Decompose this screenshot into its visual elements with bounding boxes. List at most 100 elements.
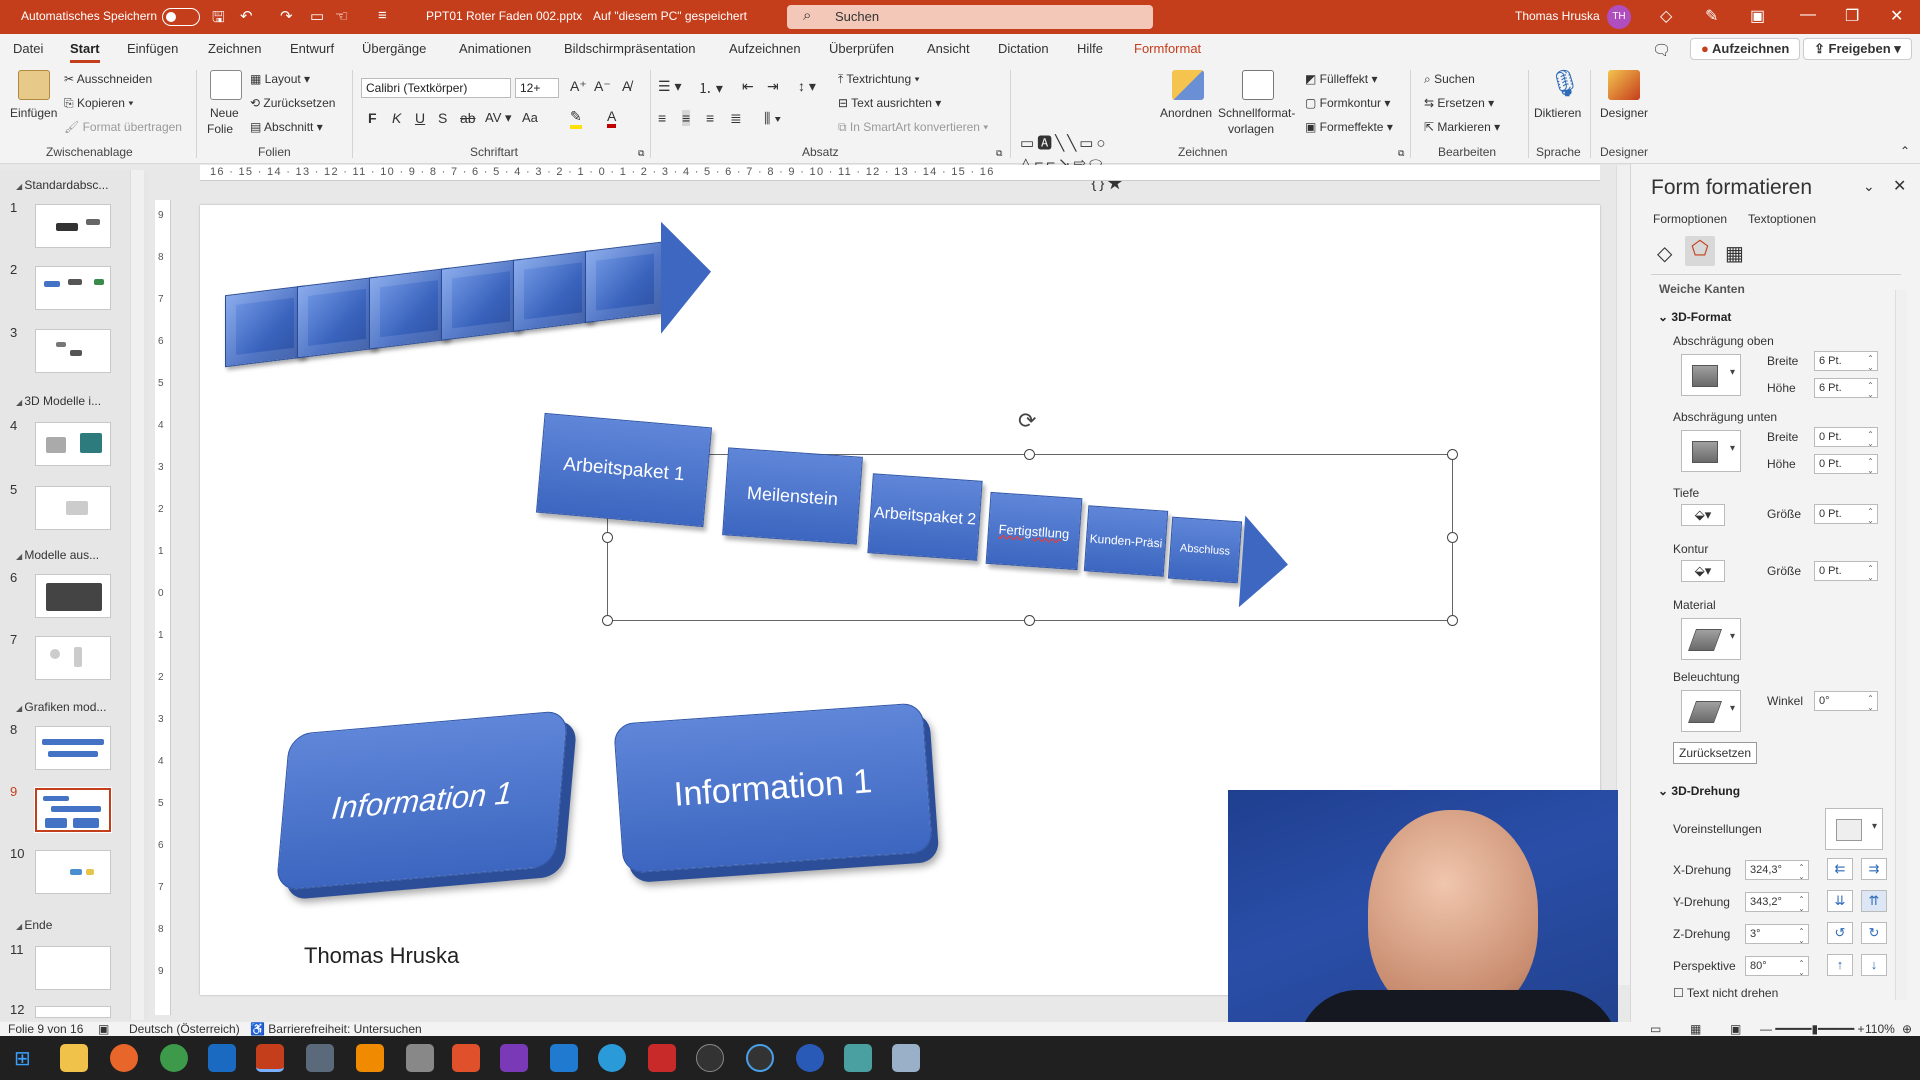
resize-handle[interactable] [1024,615,1035,626]
grow-font-icon[interactable]: A⁺ [570,78,587,95]
designer-button[interactable]: Designer [1600,106,1648,120]
slide-sorter-icon[interactable]: ▦ [1690,1022,1701,1036]
quick-styles-icon[interactable] [1242,70,1274,100]
app-icon[interactable] [844,1044,872,1072]
slide-thumbnail-10[interactable] [35,850,111,894]
fill-line-icon[interactable]: ◇ [1657,241,1672,266]
record-button[interactable]: ● Aufzeichnen [1690,38,1801,60]
align-text-button[interactable]: ⊟ Text ausrichten ▾ [838,96,941,110]
columns-icon[interactable]: ⫼ ▾ [764,110,781,127]
block-abschluss[interactable]: Abschluss [1167,516,1243,584]
tab-uebergaenge[interactable]: Übergänge [362,41,426,56]
new-slide-button[interactable]: Neue [210,106,239,120]
font-color-icon[interactable]: A [607,108,617,128]
app-icon[interactable] [452,1044,480,1072]
pen-icon[interactable]: ✎ [1705,6,1718,26]
block-fertigstellung[interactable]: Fertigstllung [985,491,1083,571]
spellcheck-icon[interactable]: ▣ [98,1022,109,1036]
fit-slide-icon[interactable]: ⊕ [1902,1022,1912,1036]
info-box-2[interactable]: Information 1 [613,702,933,874]
app-icon[interactable] [892,1044,920,1072]
tab-zeichnen[interactable]: Zeichnen [208,41,261,56]
paragraph-dialog-launcher-icon[interactable]: ⧉ [996,148,1002,159]
rotation-presets-dropdown[interactable] [1825,808,1883,850]
drawing-dialog-launcher-icon[interactable]: ⧉ [1398,148,1404,159]
block-kunden-praesi[interactable]: Kunden-Präsi [1083,505,1169,577]
arrange-button[interactable]: Anordnen [1160,106,1212,120]
layout-button[interactable]: ▦ Layout ▾ [250,72,310,86]
app-icon[interactable] [406,1044,434,1072]
language-indicator[interactable]: Deutsch (Österreich) [129,1022,240,1036]
y-rotation-input[interactable]: 343,2° [1745,892,1809,913]
section-3d-rotation[interactable]: ⌄ 3D-Drehung [1658,784,1740,798]
bevel-top-height-input[interactable]: 6 Pt. [1814,378,1878,399]
y-rotate-up-icon[interactable]: ⇈ [1861,890,1887,912]
format-painter-button[interactable]: 🖌 Format übertragen [64,120,182,134]
section-header[interactable]: Modelle aus... [16,548,99,562]
slide-panel-scrollbar[interactable] [130,170,144,1020]
lighting-dropdown[interactable] [1681,690,1741,732]
section-header[interactable]: Standardabsc... [16,178,108,192]
decrease-indent-icon[interactable]: ⇤ [742,78,754,95]
underline-button[interactable]: U [415,110,425,126]
replace-button[interactable]: ⇆ Ersetzen ▾ [1424,96,1494,110]
author-text[interactable]: Thomas Hruska [304,943,459,969]
bevel-top-width-input[interactable]: 6 Pt. [1814,351,1878,372]
app-icon[interactable] [648,1044,676,1072]
align-left-icon[interactable]: ≡ [658,110,666,126]
tab-start[interactable]: Start [70,41,100,63]
tab-entwurf[interactable]: Entwurf [290,41,334,56]
resize-handle[interactable] [1024,449,1035,460]
new-slide-button-line2[interactable]: Folie [207,122,233,136]
visio-icon[interactable] [550,1044,578,1072]
info-box-1[interactable]: Information 1 [275,709,569,892]
slide-thumbnail-7[interactable] [35,636,111,680]
telegram-icon[interactable] [598,1044,626,1072]
shrink-font-icon[interactable]: A⁻ [594,78,611,95]
shape-outline-button[interactable]: ▢ Formkontur ▾ [1305,96,1390,110]
section-header[interactable]: Ende [16,918,52,932]
rotate-handle-icon[interactable]: ⟳ [1018,408,1036,434]
tab-praesentation[interactable]: Bildschirmpräsentation [564,41,696,56]
minimize-icon[interactable]: — [1800,6,1816,24]
bevel-bottom-height-input[interactable]: 0 Pt. [1814,454,1878,475]
slide-thumbnail-12[interactable] [35,1006,111,1018]
slide-thumbnail-4[interactable] [35,422,111,466]
close-icon[interactable]: ✕ [1890,6,1903,26]
reset-3d-button[interactable]: Zurücksetzen [1673,742,1757,764]
section-3d-format[interactable]: ⌄ 3D-Format [1658,310,1731,324]
contour-color-button[interactable]: ⬙▾ [1681,560,1725,582]
slide-thumbnail-3[interactable] [35,329,111,373]
touch-mode-icon[interactable]: ☜ [335,7,348,25]
section-header[interactable]: Grafiken mod... [16,700,106,714]
windows-start-icon[interactable]: ⊞ [14,1046,31,1071]
resize-handle[interactable] [602,532,613,543]
bevel-bottom-dropdown[interactable] [1681,430,1741,472]
effects-icon[interactable]: ⬠ [1685,236,1715,266]
section-header[interactable]: 3D Modelle i... [16,394,101,408]
shape-fill-button[interactable]: ◩ Fülleffekt ▾ [1305,72,1378,86]
align-right-icon[interactable]: ≡ [706,110,714,126]
canvas-scrollbar[interactable] [1616,165,1630,985]
select-button[interactable]: ⇱ Markieren ▾ [1424,120,1500,134]
chevron-down-icon[interactable]: ⌄ [1863,178,1875,195]
z-rotate-ccw-icon[interactable]: ↺ [1827,922,1853,944]
block-meilenstein[interactable]: Meilenstein [722,447,863,545]
perspective-increase-icon[interactable]: ↑ [1827,954,1853,976]
tab-animationen[interactable]: Animationen [459,41,531,56]
app-icon[interactable] [696,1044,724,1072]
tab-shape-options[interactable]: Formoptionen [1653,212,1727,226]
clear-format-icon[interactable]: A̸ [622,78,631,94]
tab-datei[interactable]: Datei [13,41,43,56]
resize-handle[interactable] [602,615,613,626]
app-icon[interactable] [796,1044,824,1072]
x-rotation-input[interactable]: 324,3° [1745,860,1809,881]
font-size-combo[interactable]: 12+ [515,78,559,98]
close-pane-icon[interactable]: ✕ [1893,176,1906,196]
italic-button[interactable]: K [392,110,401,126]
smartart-button[interactable]: ⧉ In SmartArt konvertieren ▾ [838,120,988,135]
comments-icon[interactable]: 🗨 [1652,41,1671,59]
shapes-gallery[interactable]: ▭🅰╲╲▭○ △⌐⌐↘⇨⬭ ⌒⏜⌒⌒{}★ [1020,134,1150,194]
copy-button[interactable]: ⎘ Kopieren ▾ [64,96,133,111]
outlook-icon[interactable] [208,1044,236,1072]
